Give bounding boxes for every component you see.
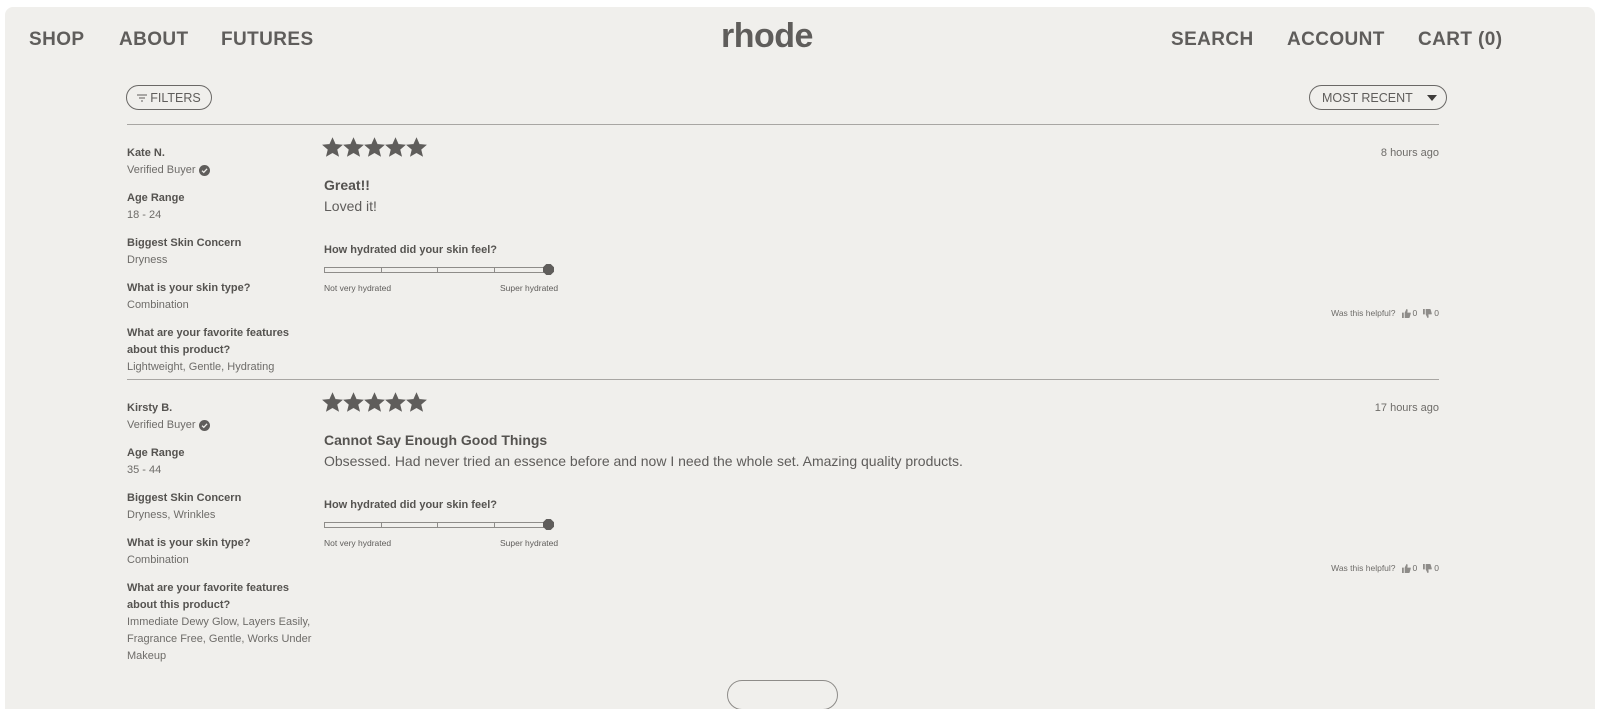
slider-question: How hydrated did your skin feel? <box>324 244 497 256</box>
thumbs-up-button[interactable]: 0 <box>1401 308 1418 318</box>
attr-label: What are your favorite features about th… <box>127 327 289 356</box>
star-icon <box>322 137 343 157</box>
filter-icon <box>137 94 148 101</box>
sort-select[interactable]: MOST RECENT <box>1309 85 1447 110</box>
slider-tick <box>437 268 438 272</box>
scale-min-label: Not very hydrated <box>324 283 392 293</box>
divider <box>127 379 1439 380</box>
hydration-slider <box>324 519 554 530</box>
attr-value: Dryness, Wrinkles <box>127 509 216 521</box>
star-rating <box>322 392 427 413</box>
review-title: Great!! <box>324 177 370 193</box>
star-icon <box>364 137 385 157</box>
reviewer-name: Kirsty B. <box>127 402 173 414</box>
load-more-button[interactable] <box>727 680 838 709</box>
brand-logo[interactable]: rhode <box>721 17 813 56</box>
check-circle-icon <box>199 420 211 431</box>
thumbs-down-button[interactable]: 0 <box>1423 308 1439 318</box>
verified-label: Verified Buyer <box>127 419 196 431</box>
review-date: 8 hours ago <box>1380 147 1439 159</box>
reviewer-name: Kate N. <box>127 147 165 159</box>
star-icon <box>343 137 364 157</box>
helpful-label: Was this helpful? <box>1331 308 1396 318</box>
attr-value: 35 - 44 <box>127 464 162 476</box>
star-rating <box>322 137 427 158</box>
sort-label: MOST RECENT <box>1322 90 1413 105</box>
attr-label: Biggest Skin Concern <box>127 492 242 504</box>
attr-label: What is your skin type? <box>127 282 251 294</box>
attr-label: Age Range <box>127 192 185 204</box>
attr-value: 18 - 24 <box>127 209 162 221</box>
divider <box>127 124 1439 125</box>
scale-max-label: Super hydrated <box>500 538 559 548</box>
thumbs-down-count: 0 <box>1434 563 1439 573</box>
attr-value: Combination <box>127 554 189 566</box>
verified-label: Verified Buyer <box>127 164 196 176</box>
filters-button[interactable]: FILTERS <box>126 85 212 110</box>
helpful-label: Was this helpful? <box>1331 563 1396 573</box>
caret-down-icon <box>1427 95 1437 101</box>
thumbs-up-button[interactable]: 0 <box>1401 563 1418 573</box>
attr-label: Age Range <box>127 447 185 459</box>
attr-value: Immediate Dewy Glow, Layers Easily, Frag… <box>127 616 312 662</box>
check-circle-icon <box>199 165 211 176</box>
nav-cart[interactable]: CART (0) <box>1418 29 1502 51</box>
thumbs-up-count: 0 <box>1412 308 1418 318</box>
thumbs-down-button[interactable]: 0 <box>1423 563 1439 573</box>
review-date: 17 hours ago <box>1374 402 1439 414</box>
attr-label: What is your skin type? <box>127 537 251 549</box>
slider-tick <box>494 523 495 527</box>
thumbs-up-icon <box>1401 308 1411 318</box>
helpful-row: Was this helpful? 0 0 <box>1331 563 1439 573</box>
verified-badge: Verified Buyer <box>127 417 317 434</box>
slider-tick <box>381 523 382 527</box>
attr-label: Biggest Skin Concern <box>127 237 242 249</box>
star-icon <box>385 392 406 412</box>
verified-badge: Verified Buyer <box>127 162 317 179</box>
reviewer-meta: Kirsty B. Verified Buyer Age Range 35 - … <box>127 400 317 665</box>
attr-value: Dryness <box>127 254 168 266</box>
review-body: Obsessed. Had never tried an essence bef… <box>324 453 963 469</box>
attr-value: Combination <box>127 299 189 311</box>
slider-tick <box>437 523 438 527</box>
attr-value: Lightweight, Gentle, Hydrating <box>127 361 275 373</box>
star-icon <box>385 137 406 157</box>
filters-label: FILTERS <box>150 90 201 105</box>
star-icon <box>322 392 343 412</box>
nav-about[interactable]: ABOUT <box>119 29 189 51</box>
slider-handle <box>543 519 554 530</box>
slider-tick <box>381 268 382 272</box>
thumbs-up-icon <box>1401 563 1411 573</box>
helpful-row: Was this helpful? 0 0 <box>1331 308 1439 318</box>
hydration-slider <box>324 264 554 275</box>
nav-account[interactable]: ACCOUNT <box>1287 29 1385 51</box>
star-icon <box>406 137 427 157</box>
thumbs-down-icon <box>1423 563 1433 573</box>
star-icon <box>364 392 385 412</box>
thumbs-down-count: 0 <box>1434 308 1439 318</box>
nav-futures[interactable]: FUTURES <box>221 29 314 51</box>
scale-min-label: Not very hydrated <box>324 538 392 548</box>
slider-handle <box>543 264 554 275</box>
page: SHOP ABOUT FUTURES rhode SEARCH ACCOUNT … <box>5 7 1595 709</box>
attr-label: What are your favorite features about th… <box>127 582 289 611</box>
reviewer-meta: Kate N. Verified Buyer Age Range 18 - 24… <box>127 145 317 376</box>
nav-search[interactable]: SEARCH <box>1171 29 1254 51</box>
review-body: Loved it! <box>324 198 377 214</box>
star-icon <box>343 392 364 412</box>
slider-question: How hydrated did your skin feel? <box>324 499 497 511</box>
nav-shop[interactable]: SHOP <box>29 29 84 51</box>
thumbs-down-icon <box>1423 308 1433 318</box>
thumbs-up-count: 0 <box>1412 563 1418 573</box>
review-title: Cannot Say Enough Good Things <box>324 432 548 448</box>
scale-max-label: Super hydrated <box>500 283 559 293</box>
slider-tick <box>494 268 495 272</box>
star-icon <box>406 392 427 412</box>
